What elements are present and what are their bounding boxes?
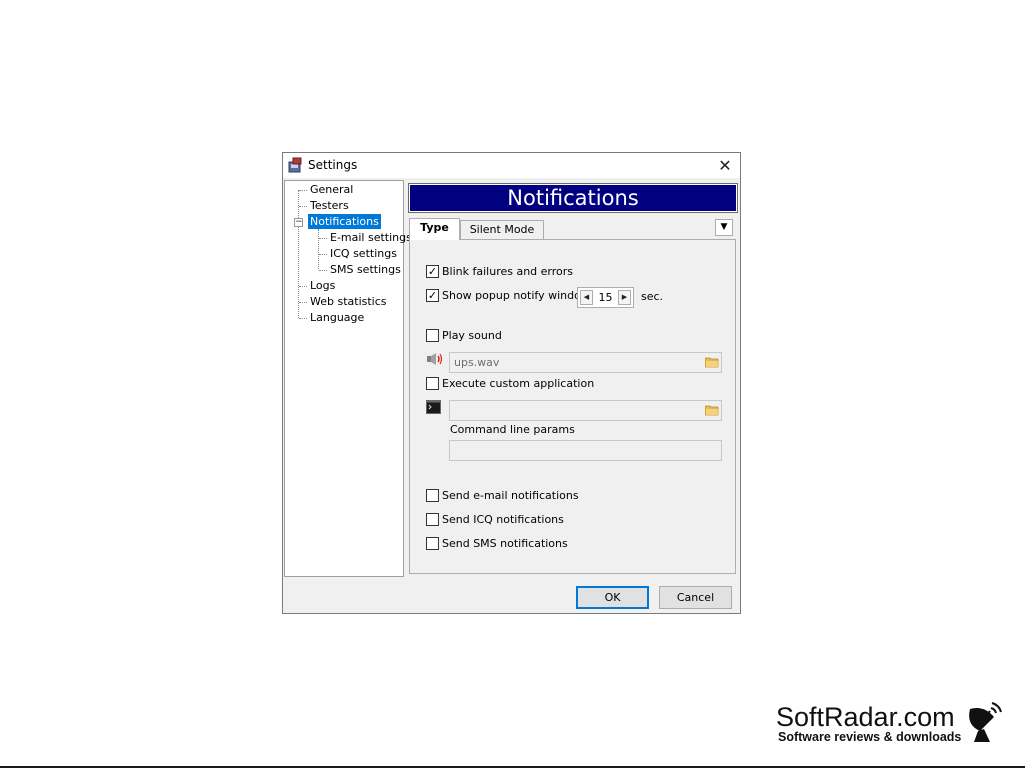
send-email-option[interactable]: Send e-mail notifications xyxy=(426,489,579,505)
tab-dropdown-icon[interactable]: ▼ xyxy=(715,219,733,236)
satellite-dish-icon xyxy=(969,702,1002,742)
popup-seconds-value[interactable]: 15 xyxy=(594,291,617,304)
decrement-icon[interactable]: ◀ xyxy=(580,290,593,305)
tree-line xyxy=(299,206,307,207)
folder-icon[interactable] xyxy=(705,404,719,416)
tree-item-language[interactable]: Language xyxy=(308,310,366,325)
blink-failures-checkbox[interactable]: ✓ xyxy=(426,265,439,278)
tree-item-general[interactable]: General xyxy=(308,182,355,197)
terminal-icon xyxy=(426,400,441,414)
command-line-params-field[interactable] xyxy=(449,440,722,461)
tree-item-sms-settings[interactable]: SMS settings xyxy=(328,262,403,277)
blink-failures-option[interactable]: ✓ Blink failures and errors xyxy=(426,265,573,281)
title-bar[interactable]: Settings ✕ xyxy=(283,153,740,178)
sound-file-field[interactable]: ups.wav xyxy=(449,352,722,373)
tree-line xyxy=(319,238,327,239)
cancel-button[interactable]: Cancel xyxy=(659,586,732,609)
tree-line xyxy=(319,270,327,271)
tree-item-icq-settings[interactable]: ICQ settings xyxy=(328,246,399,261)
application-path-field[interactable] xyxy=(449,400,722,421)
tree-line xyxy=(298,190,299,318)
tree-item-web-statistics[interactable]: Web statistics xyxy=(308,294,389,309)
tree-line xyxy=(299,302,307,303)
popup-seconds-stepper[interactable]: ◀ 15 ▶ xyxy=(577,287,634,308)
app-icon xyxy=(288,157,302,173)
tree-line xyxy=(299,190,307,191)
execute-app-checkbox[interactable] xyxy=(426,377,439,390)
tab-silent-mode[interactable]: Silent Mode xyxy=(460,220,544,240)
send-icq-checkbox[interactable] xyxy=(426,513,439,526)
tree-item-logs[interactable]: Logs xyxy=(308,278,337,293)
play-sound-option[interactable]: Play sound xyxy=(426,329,502,345)
send-email-checkbox[interactable] xyxy=(426,489,439,502)
tree-line xyxy=(299,286,307,287)
send-sms-option[interactable]: Send SMS notifications xyxy=(426,537,568,553)
send-icq-option[interactable]: Send ICQ notifications xyxy=(426,513,564,529)
section-title: Notifications xyxy=(408,183,738,213)
window-title: Settings xyxy=(308,158,358,172)
send-sms-checkbox[interactable] xyxy=(426,537,439,550)
watermark-title: SoftRadar.com xyxy=(776,702,955,732)
tree-item-email-settings[interactable]: E-mail settings xyxy=(328,230,414,245)
settings-dialog: Settings ✕ − General Testers Notificatio… xyxy=(282,152,741,614)
close-icon[interactable]: ✕ xyxy=(710,153,740,178)
increment-icon[interactable]: ▶ xyxy=(618,290,631,305)
seconds-unit-label: sec. xyxy=(641,290,664,303)
page-bottom-border xyxy=(0,766,1025,768)
watermark-subtitle: Software reviews & downloads xyxy=(778,730,962,744)
collapse-icon[interactable]: − xyxy=(294,218,303,227)
tree-line xyxy=(318,229,319,269)
tree-line xyxy=(299,318,307,319)
tree-line xyxy=(319,254,327,255)
popup-window-checkbox[interactable]: ✓ xyxy=(426,289,439,302)
settings-tree[interactable]: − General Testers Notifications E-mail s… xyxy=(284,180,412,577)
play-sound-checkbox[interactable] xyxy=(426,329,439,342)
tree-item-testers[interactable]: Testers xyxy=(308,198,351,213)
execute-app-option[interactable]: Execute custom application xyxy=(426,377,594,393)
ok-button[interactable]: OK xyxy=(576,586,649,609)
command-line-params-label: Command line params xyxy=(450,423,575,436)
speaker-icon xyxy=(427,353,443,365)
folder-icon[interactable] xyxy=(705,356,719,368)
popup-window-option[interactable]: ✓ Show popup notify window xyxy=(426,289,590,305)
tree-item-notifications[interactable]: Notifications xyxy=(308,214,381,229)
tab-type[interactable]: Type xyxy=(409,218,460,240)
